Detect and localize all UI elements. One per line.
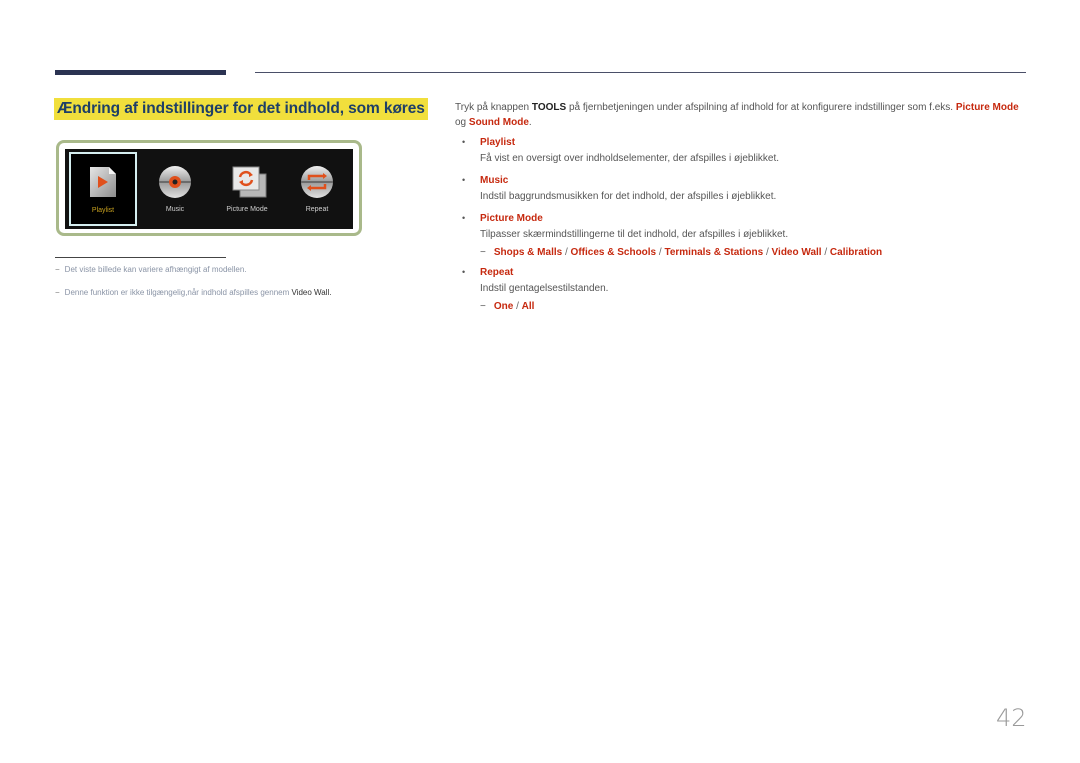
music-disc-icon [158, 165, 192, 199]
footnote: − Det viste billede kan variere afhængigt… [55, 265, 247, 274]
link-picture-mode: Picture Mode [955, 102, 1019, 113]
option-title: Music [480, 175, 509, 186]
dash-marker: − [55, 288, 60, 297]
tools-menu-panel: Playlist Music Picture Mode Repeat [65, 149, 353, 229]
option-description: Indstil baggrundsmusikken for det indhol… [480, 191, 777, 202]
picture-mode-values: − Shops & Malls / Offices & Schools / Ter… [480, 247, 883, 258]
menu-item-playlist[interactable]: Playlist [69, 152, 137, 226]
option-title: Repeat [480, 267, 514, 278]
menu-item-repeat[interactable]: Repeat [283, 151, 351, 225]
picture-mode-icon [230, 165, 267, 199]
footnote-divider [55, 257, 226, 258]
menu-item-label: Repeat [305, 206, 329, 213]
repeat-icon [300, 165, 334, 199]
section-title: Ændring af indstillinger for det indhold… [54, 98, 428, 120]
page-number: 42 [996, 704, 1027, 732]
option-title: Picture Mode [480, 213, 543, 224]
menu-item-label: Playlist [91, 207, 115, 214]
bullet: • [462, 267, 466, 277]
menu-item-label: Picture Mode [226, 206, 268, 213]
option-description: Indstil gentagelsestilstanden. [480, 283, 609, 294]
dash-marker: − [55, 265, 60, 274]
menu-item-music[interactable]: Music [141, 151, 209, 225]
option-description: Tilpasser skærmindstillingerne til det i… [480, 229, 789, 240]
header-rule-thin [255, 72, 1026, 73]
repeat-values: − One / All [480, 301, 535, 312]
tools-button-name: TOOLS [531, 102, 567, 113]
bullet: • [462, 213, 466, 223]
menu-item-picture-mode[interactable]: Picture Mode [213, 151, 281, 225]
menu-item-label: Music [165, 206, 185, 213]
option-title: Playlist [480, 137, 516, 148]
option-description: Få vist en oversigt over indholdselement… [480, 153, 780, 164]
link-sound-mode: Sound Mode [468, 117, 529, 128]
playlist-file-icon [86, 165, 120, 199]
bullet: • [462, 137, 466, 147]
intro-paragraph: Tryk på knappen TOOLS på fjernbetjeninge… [455, 102, 1019, 128]
bullet: • [462, 175, 466, 185]
instructions: Tryk på knappen TOOLS på fjernbetjeninge… [455, 100, 1030, 312]
menu-illustration-frame: Playlist Music Picture Mode Repeat [56, 140, 362, 236]
footnote: − Denne funktion er ikke tilgængelig,når … [55, 288, 332, 297]
header-rule-thick [55, 70, 226, 75]
